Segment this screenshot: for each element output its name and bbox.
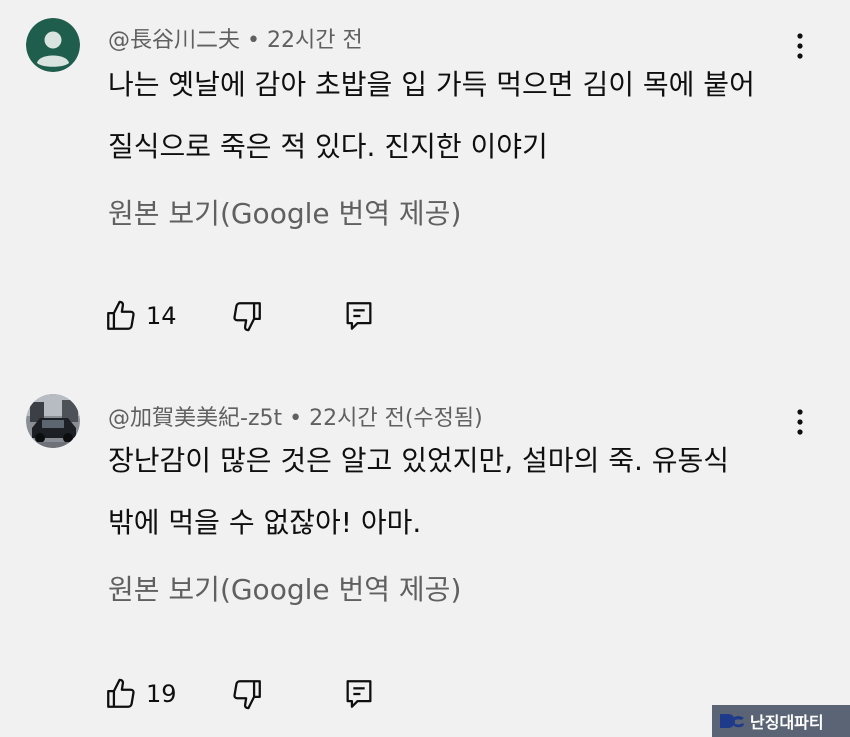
timestamp: 22시간 전	[267, 28, 363, 53]
default-avatar-icon	[26, 18, 80, 72]
like-count: 14	[146, 302, 177, 330]
watermark: 난징대파티	[712, 705, 850, 737]
comment-line: 장난감이 많은 것은 알고 있었지만, 설마의 죽. 유동식	[108, 444, 730, 477]
comment-meta: @長谷川二夫 • 22시간 전	[108, 22, 363, 54]
like-count: 19	[146, 680, 177, 708]
avatar[interactable]	[26, 18, 80, 72]
comment-line: 질식으로 죽은 적 있다. 진지한 이야기	[108, 130, 548, 163]
user-photo-icon	[26, 394, 80, 448]
thumbs-down-icon	[233, 680, 261, 710]
see-original-link[interactable]: 원본 보기(Google 번역 제공)	[108, 192, 461, 232]
more-vert-icon	[797, 409, 803, 435]
reply-button[interactable]	[342, 296, 376, 336]
more-options-button[interactable]	[790, 26, 810, 66]
meta-separator: •	[289, 406, 303, 431]
meta-separator: •	[247, 28, 260, 53]
thumbs-up-icon	[107, 300, 135, 330]
dislike-button[interactable]	[230, 296, 264, 336]
watermark-logo-icon	[720, 714, 744, 728]
avatar[interactable]	[26, 394, 80, 448]
like-button[interactable]: 14	[104, 296, 177, 336]
timestamp: 22시간 전(수정됨)	[309, 406, 483, 431]
see-original-link[interactable]: 원본 보기(Google 번역 제공)	[108, 568, 461, 608]
comment-meta: @加賀美美紀-z5t • 22시간 전(수정됨)	[108, 400, 483, 432]
author-name[interactable]: @長谷川二夫	[108, 28, 240, 53]
reply-button[interactable]	[342, 674, 376, 714]
dislike-button[interactable]	[230, 674, 264, 714]
reply-icon	[346, 680, 372, 708]
thumbs-up-icon	[107, 678, 135, 708]
thumbs-down-icon	[233, 302, 261, 332]
comment-line: 밖에 먹을 수 없잖아! 아마.	[108, 506, 422, 539]
like-button[interactable]: 19	[104, 674, 177, 714]
watermark-text: 난징대파티	[750, 713, 824, 732]
comment-text: 장난감이 많은 것은 알고 있었지만, 설마의 죽. 유동식 밖에 먹을 수 없…	[108, 430, 788, 554]
more-options-button[interactable]	[790, 402, 810, 442]
reply-icon	[346, 302, 372, 330]
comment-line: 나는 옛날에 감아 초밥을 입 가득 먹으면 김이 목에 붙어	[108, 68, 755, 101]
author-name[interactable]: @加賀美美紀-z5t	[108, 406, 282, 431]
comment-text: 나는 옛날에 감아 초밥을 입 가득 먹으면 김이 목에 붙어 질식으로 죽은 …	[108, 54, 788, 178]
more-vert-icon	[797, 33, 803, 59]
